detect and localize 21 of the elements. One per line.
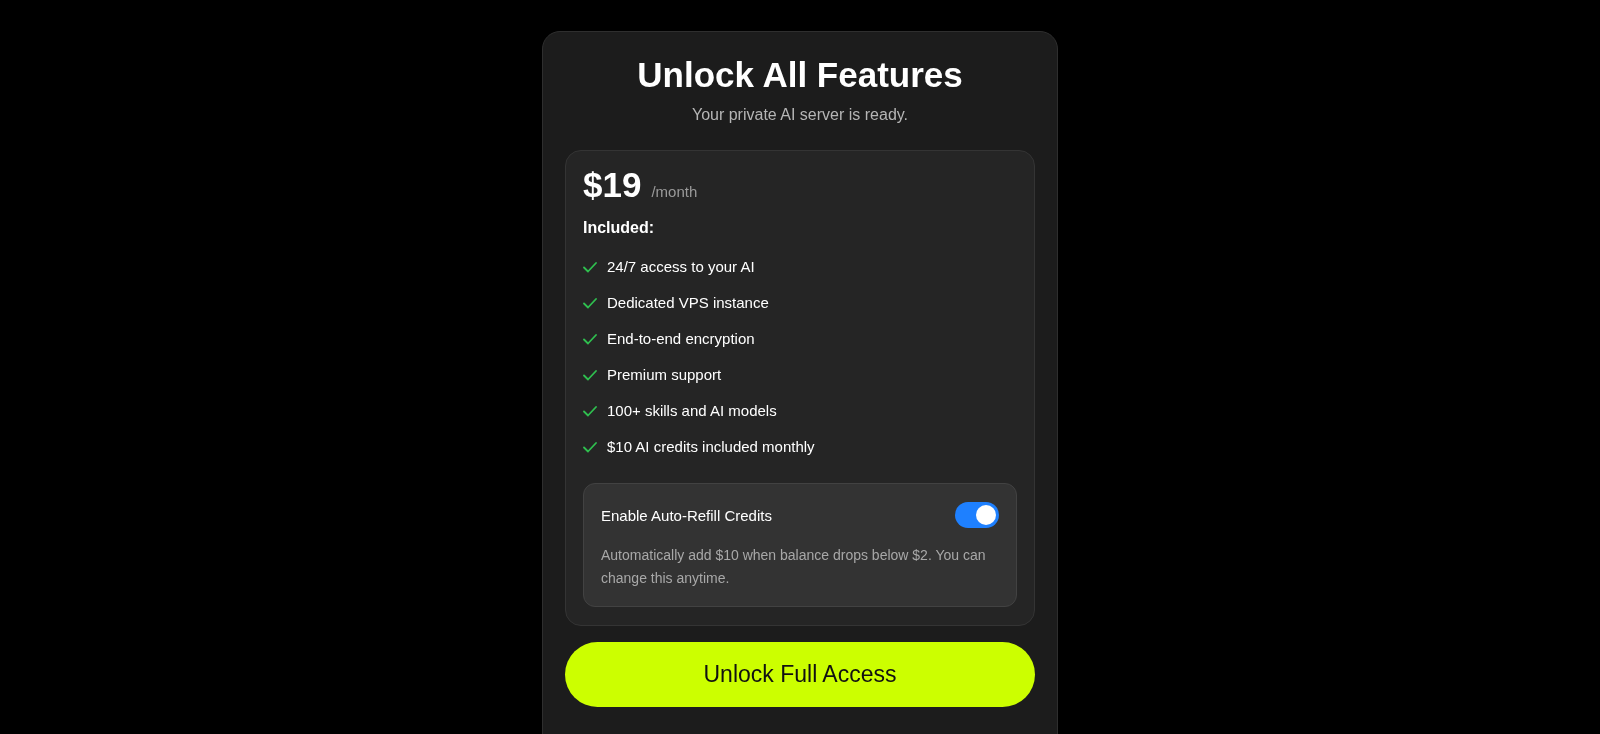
- checkmark-icon: [583, 297, 597, 309]
- feature-text: Dedicated VPS instance: [607, 293, 769, 313]
- unlock-button[interactable]: Unlock Full Access: [565, 642, 1035, 707]
- price: $19: [583, 165, 642, 205]
- billing-period: /month: [651, 183, 698, 200]
- auto-refill-label: Enable Auto-Refill Credits: [601, 506, 772, 524]
- subtitle: Your private AI server is ready.: [690, 106, 910, 124]
- feature-text: Premium support: [607, 365, 722, 385]
- feature-text: 24/7 access to your AI: [607, 257, 755, 277]
- checkmark-icon: [583, 333, 597, 345]
- feature-text: End-to-end encryption: [607, 329, 755, 349]
- toggle-switch[interactable]: [955, 502, 999, 528]
- checkmark-icon: [583, 441, 597, 453]
- page-title: Unlock All Features: [636, 54, 964, 96]
- auto-refill-description: Automatically add $10 when balance drops below $2. You can change this anytime.: [601, 546, 987, 588]
- feature-text: $10 AI credits included monthly: [607, 437, 815, 457]
- checkmark-icon: [583, 261, 597, 273]
- included-heading: Included:: [583, 219, 656, 237]
- checkmark-icon: [583, 405, 597, 417]
- checkmark-icon: [583, 369, 597, 381]
- feature-text: 100+ skills and AI models: [607, 401, 777, 421]
